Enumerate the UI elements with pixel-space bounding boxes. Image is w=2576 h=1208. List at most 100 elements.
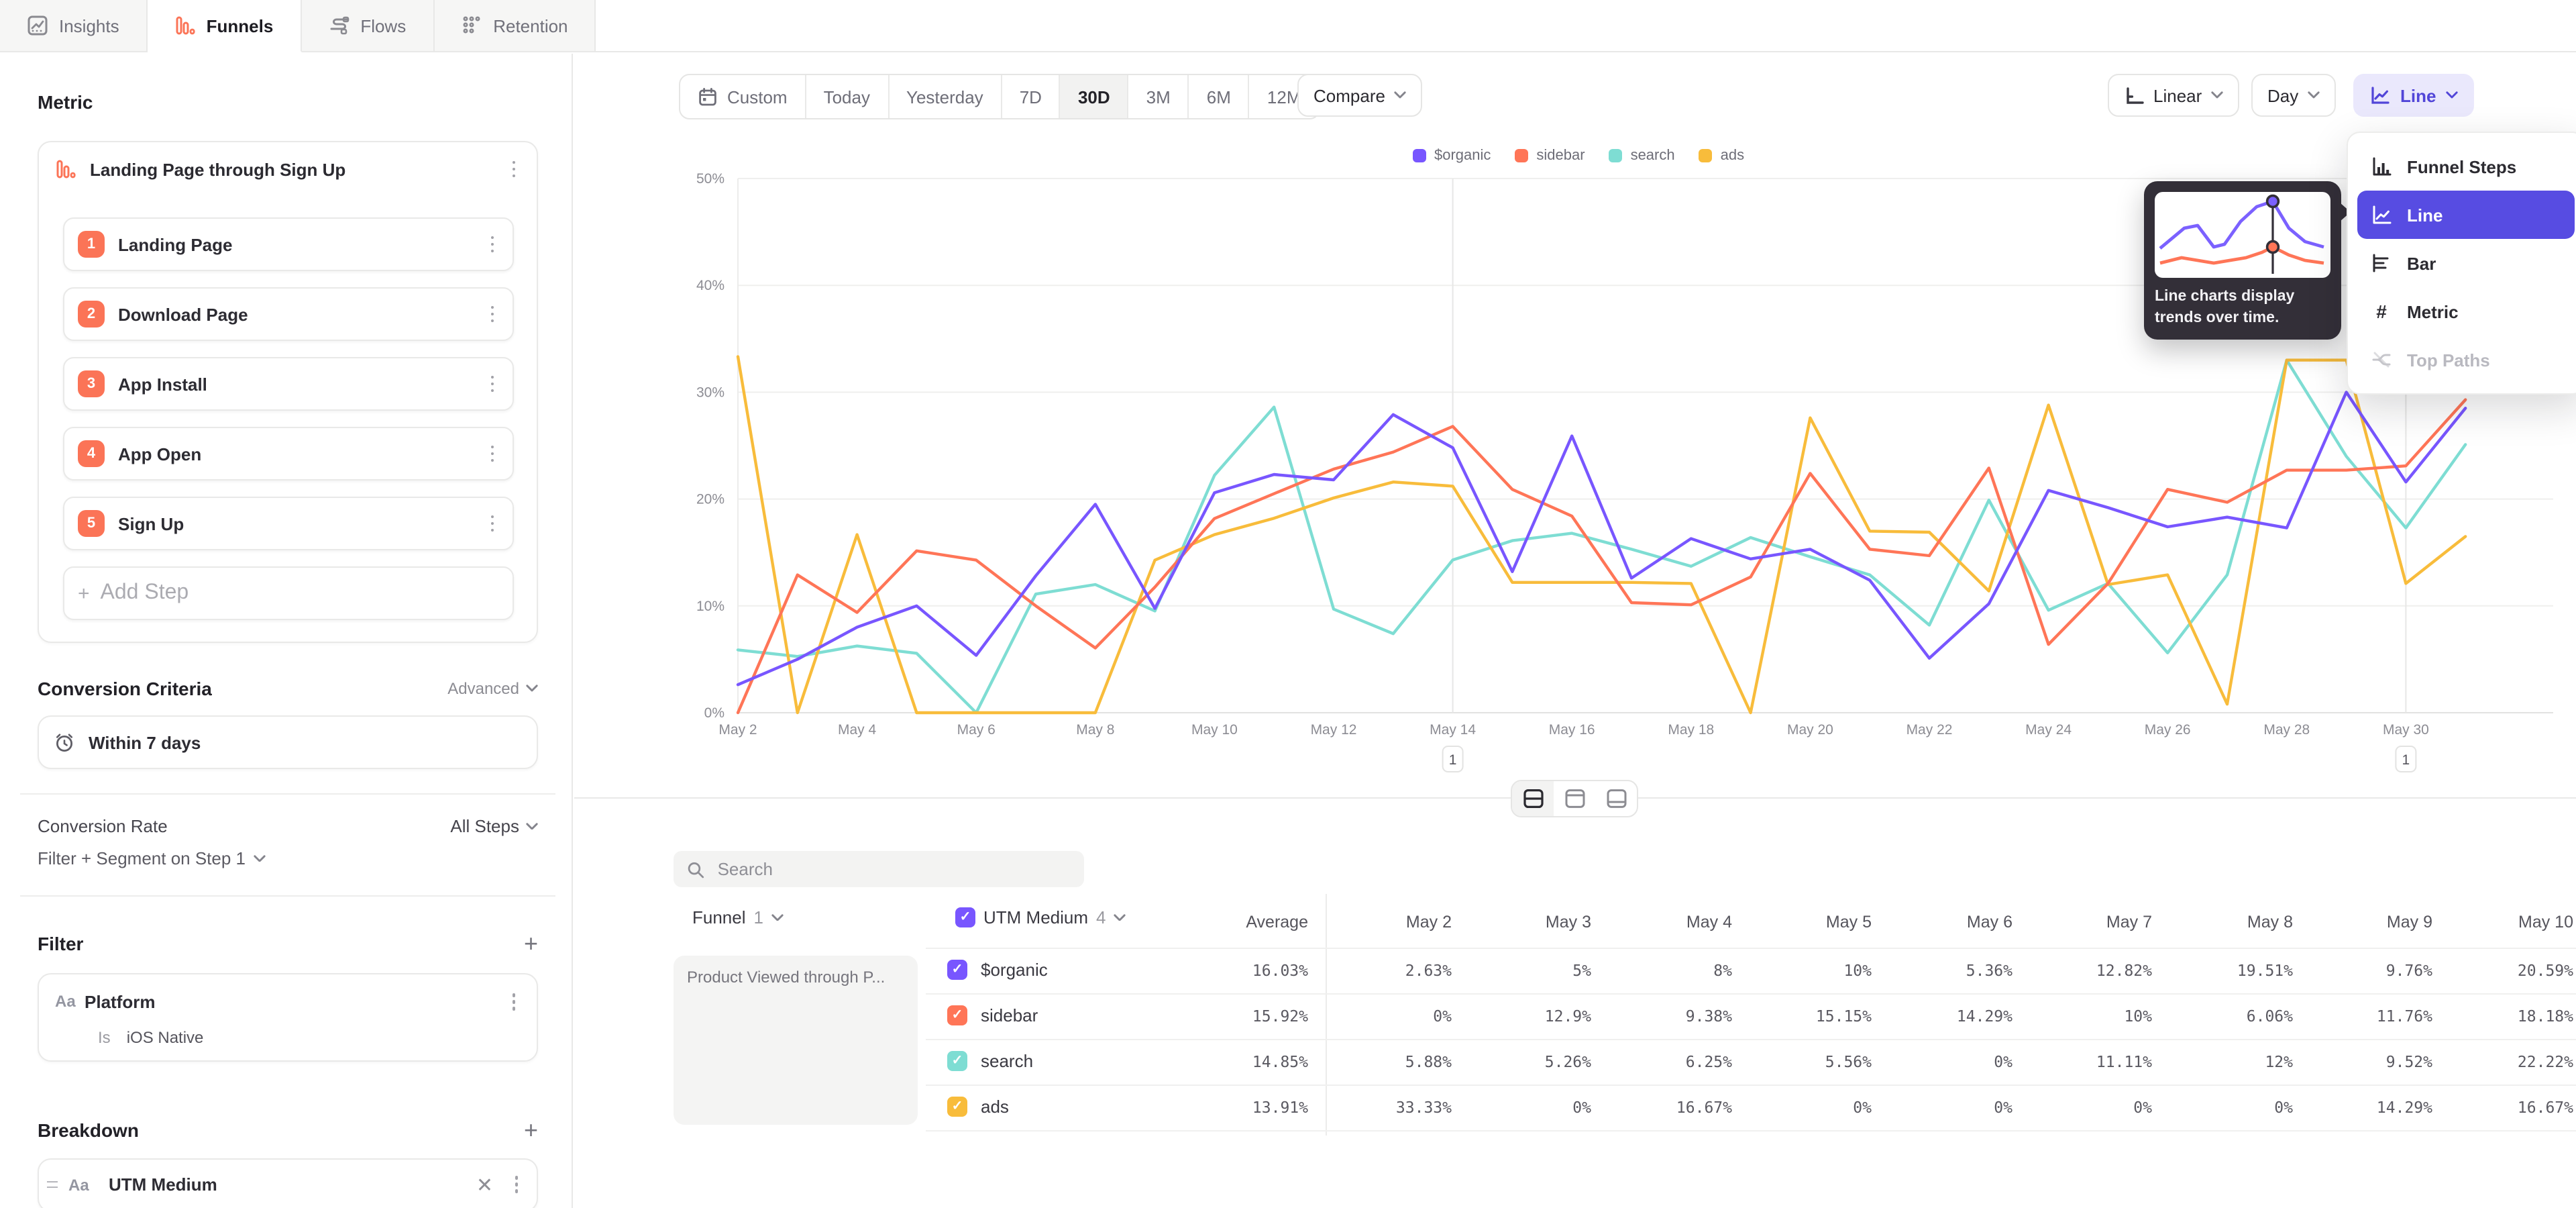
funnel-step-2[interactable]: 2 Download Page bbox=[63, 287, 514, 341]
filter-segment-row[interactable]: Filter + Segment on Step 1 bbox=[38, 848, 538, 868]
step-kebab-icon[interactable] bbox=[485, 510, 499, 538]
remove-breakdown-icon[interactable]: ✕ bbox=[471, 1172, 498, 1197]
chart-type-button[interactable]: Line bbox=[2353, 74, 2473, 117]
day-value: 0% bbox=[2029, 1098, 2152, 1117]
range-6m[interactable]: 6M bbox=[1189, 75, 1250, 118]
breakdown-col-count: 4 bbox=[1096, 907, 1106, 927]
compare-button[interactable]: Compare bbox=[1297, 74, 1423, 117]
range-yesterday[interactable]: Yesterday bbox=[889, 75, 1002, 118]
day-value: 5.36% bbox=[1889, 961, 2012, 980]
funnel-header[interactable]: Landing Page through Sign Up bbox=[39, 142, 537, 196]
all-steps-select[interactable]: All Steps bbox=[450, 816, 519, 836]
row-checkbox[interactable]: ✓ bbox=[947, 1051, 967, 1071]
step-kebab-icon[interactable] bbox=[485, 231, 499, 258]
day-value: 5.26% bbox=[1468, 1052, 1591, 1071]
row-checkbox[interactable]: ✓ bbox=[947, 1097, 967, 1117]
chart-view-toggle[interactable] bbox=[1554, 781, 1595, 816]
day-column-header: May 9 bbox=[2309, 913, 2432, 932]
day-value: 6.06% bbox=[2169, 1007, 2293, 1025]
chevron-down-icon bbox=[526, 685, 538, 693]
table-row[interactable]: ✓ search14.85%5.88%5.26%6.25%5.56%0%11.1… bbox=[926, 1039, 2576, 1085]
advanced-toggle[interactable]: Advanced bbox=[447, 679, 519, 698]
tab-retention[interactable]: Retention bbox=[434, 0, 596, 52]
x-tick-label: May 24 bbox=[2025, 722, 2072, 738]
day-value: 19.51% bbox=[2169, 961, 2293, 980]
string-type-icon: Aa bbox=[68, 1175, 98, 1194]
calendar-icon bbox=[698, 87, 718, 107]
table-row[interactable]: ✓ $organic16.03%2.63%5%8%10%5.36%12.82%1… bbox=[926, 948, 2576, 993]
series-line-ads[interactable] bbox=[738, 356, 2465, 713]
granularity-select-button[interactable]: Day bbox=[2251, 74, 2336, 117]
range-today[interactable]: Today bbox=[806, 75, 889, 118]
funnel-step-4[interactable]: 4 App Open bbox=[63, 427, 514, 481]
menu-item-label: Bar bbox=[2407, 253, 2436, 273]
menu-item-top-paths[interactable]: Top Paths bbox=[2357, 336, 2575, 384]
breakdown-property-name: UTM Medium bbox=[109, 1174, 460, 1195]
breakdown-kebab-icon[interactable] bbox=[509, 1171, 523, 1199]
row-checkbox[interactable]: ✓ bbox=[947, 960, 967, 980]
breakdown-col-label: UTM Medium bbox=[983, 907, 1088, 927]
funnel-column-selector[interactable]: Funnel 1 bbox=[692, 907, 784, 927]
filter-condition[interactable]: Is iOS Native bbox=[55, 1027, 521, 1046]
row-checkbox[interactable]: ✓ bbox=[947, 1005, 967, 1025]
series-line-organic[interactable] bbox=[738, 392, 2465, 685]
range-7d[interactable]: 7D bbox=[1002, 75, 1061, 118]
step-number-badge: 3 bbox=[78, 370, 105, 397]
day-value: 18.18% bbox=[2450, 1007, 2573, 1025]
tab-funnels[interactable]: Funnels bbox=[148, 0, 302, 52]
menu-item-bar[interactable]: Bar bbox=[2357, 239, 2575, 287]
range-3m[interactable]: 3M bbox=[1129, 75, 1189, 118]
filter-property-card[interactable]: Aa Platform Is iOS Native bbox=[38, 973, 538, 1061]
funnel-step-5[interactable]: 5 Sign Up bbox=[63, 497, 514, 550]
day-value: 0% bbox=[1328, 1007, 1452, 1025]
range-30d[interactable]: 30D bbox=[1061, 75, 1129, 118]
chevron-down-icon bbox=[2308, 92, 2320, 99]
funnel-step-3[interactable]: 3 App Install bbox=[63, 357, 514, 411]
range-custom[interactable]: Custom bbox=[680, 75, 806, 118]
funnel-steps-list: 1 Landing Page 2 Download Page 3 App Ins… bbox=[39, 217, 537, 642]
search-input[interactable] bbox=[715, 858, 1071, 880]
breakdown-column-selector[interactable]: ✓ UTM Medium 4 bbox=[955, 907, 1126, 927]
menu-item-funnel-steps[interactable]: Funnel Steps bbox=[2357, 142, 2575, 191]
menu-item-line[interactable]: Line bbox=[2357, 191, 2575, 239]
day-column-header: May 4 bbox=[1609, 913, 1732, 932]
select-all-checkbox[interactable]: ✓ bbox=[955, 907, 975, 927]
day-value: 12.9% bbox=[1468, 1007, 1591, 1025]
x-tick-label: May 14 bbox=[1430, 722, 1476, 738]
conversion-window-label: Within 7 days bbox=[89, 732, 201, 752]
table-view-toggle[interactable] bbox=[1595, 781, 1637, 816]
day-value: 12% bbox=[2169, 1052, 2293, 1071]
table-row[interactable]: ✓ ads13.91%33.33%0%16.67%0%0%0%0%14.29%1… bbox=[926, 1085, 2576, 1130]
sidebar-divider bbox=[20, 793, 555, 795]
breakdown-property-card[interactable]: Aa UTM Medium ✕ bbox=[38, 1158, 538, 1208]
x-tick-label: May 26 bbox=[2145, 722, 2191, 738]
day-value: 5.56% bbox=[1748, 1052, 1872, 1071]
filter-kebab-icon[interactable] bbox=[506, 988, 521, 1015]
funnel-step-1[interactable]: 1 Landing Page bbox=[63, 217, 514, 271]
add-filter-button[interactable]: + bbox=[524, 932, 538, 956]
day-value: 9.76% bbox=[2309, 961, 2432, 980]
step-kebab-icon[interactable] bbox=[485, 301, 499, 328]
y-tick-label: 40% bbox=[696, 278, 724, 293]
add-breakdown-button[interactable]: + bbox=[524, 1117, 538, 1142]
step-kebab-icon[interactable] bbox=[485, 440, 499, 468]
series-line-sidebar[interactable] bbox=[738, 400, 2465, 713]
tab-insights[interactable]: Insights bbox=[0, 0, 148, 52]
step-kebab-icon[interactable] bbox=[485, 370, 499, 398]
table-row-separator bbox=[926, 1130, 2576, 1131]
y-tick-label: 10% bbox=[696, 599, 724, 614]
funnel-group-cell[interactable]: Product Viewed through P... bbox=[674, 956, 918, 1125]
scale-select-button[interactable]: Linear bbox=[2108, 74, 2239, 117]
tab-label: Retention bbox=[493, 15, 568, 36]
tab-flows[interactable]: Flows bbox=[301, 0, 434, 52]
range-label: Custom bbox=[727, 87, 788, 107]
menu-item-label: Metric bbox=[2407, 301, 2459, 321]
drag-handle-icon[interactable] bbox=[47, 1181, 58, 1189]
menu-item-metric[interactable]: # Metric bbox=[2357, 287, 2575, 336]
conversion-window-card[interactable]: Within 7 days bbox=[38, 715, 538, 769]
table-row[interactable]: ✓ sidebar15.92%0%12.9%9.38%15.15%14.29%1… bbox=[926, 993, 2576, 1039]
funnel-menu-kebab-icon[interactable] bbox=[506, 156, 521, 183]
add-step-button[interactable]: + Add Step bbox=[63, 566, 514, 620]
clock-icon bbox=[54, 732, 75, 753]
split-view-toggle[interactable] bbox=[1512, 781, 1554, 816]
